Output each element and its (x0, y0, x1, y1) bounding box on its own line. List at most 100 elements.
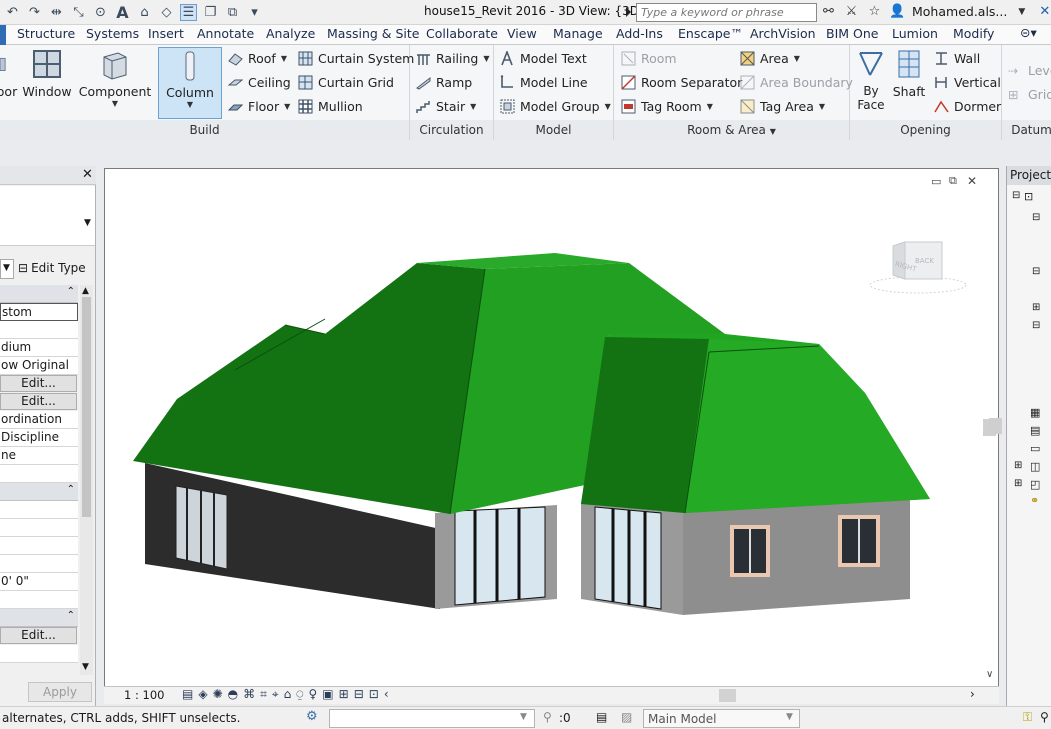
property-row[interactable]: stom (0, 303, 78, 321)
exchange-apps-icon[interactable]: ✕ (1036, 3, 1051, 20)
tree-collapse-icon[interactable]: ⊟ (1032, 212, 1040, 223)
shadows-icon[interactable]: ◓ (228, 687, 238, 702)
ramp-button[interactable]: Ramp (416, 75, 472, 90)
apply-button[interactable]: Apply (28, 682, 92, 702)
grid-button[interactable]: ⊞ Grid (1008, 87, 1051, 102)
property-row[interactable]: 0' 0" (0, 573, 78, 591)
column-button[interactable]: Column ▼ (158, 47, 222, 119)
tab-modify[interactable]: Modify (953, 26, 994, 41)
undo-icon[interactable]: ↶ (4, 4, 21, 21)
ribbon-options-icon[interactable]: ⊝▾ (1020, 25, 1037, 40)
active-workset-icon[interactable]: ▨ (621, 710, 632, 724)
dormer-opening-button[interactable]: Dormer (934, 99, 1001, 114)
property-row[interactable]: ordination (0, 411, 78, 429)
model-line-button[interactable]: Model Line (500, 75, 588, 90)
tag-room-button[interactable]: Tag Room ▼ (621, 99, 713, 114)
editing-requests-icon[interactable]: ▤ (596, 710, 607, 724)
curtain-system-button[interactable]: Curtain System (298, 51, 414, 66)
vertical-opening-button[interactable]: Vertical (934, 75, 1001, 90)
scroll-right-icon[interactable]: › (970, 687, 975, 701)
tab-manage[interactable]: Manage (553, 26, 603, 41)
tree-expand-icon[interactable]: ⊞ (1014, 478, 1022, 489)
scroll-up-icon[interactable]: ▲ (82, 286, 89, 296)
select-underlay-icon[interactable]: ⚲ (1040, 710, 1049, 724)
aligned-dimension-icon[interactable]: ⤡ (70, 4, 87, 21)
property-row[interactable] (0, 465, 78, 483)
tab-systems[interactable]: Systems (86, 26, 139, 41)
room-button[interactable]: Room (621, 51, 677, 66)
tab-lumion[interactable]: Lumion (892, 26, 938, 41)
stair-button[interactable]: Stair ▼ (416, 99, 476, 114)
properties-scrollbar[interactable] (80, 285, 93, 675)
railing-button[interactable]: Railing ▼ (416, 51, 490, 66)
lock-3d-icon[interactable]: ⌂ (284, 687, 292, 702)
tree-collapse-icon[interactable]: ⊟ (1012, 190, 1020, 201)
view-cube[interactable]: RIGHT BACK (867, 241, 969, 297)
properties-group-header[interactable]: ⌃ (0, 609, 78, 627)
roof-button[interactable]: Roof ▼ (228, 51, 287, 66)
edit-button[interactable]: Edit... (0, 627, 77, 644)
close-hidden-windows-icon[interactable]: ❐ (202, 4, 219, 21)
chevron-down-icon[interactable]: ▼ (520, 712, 527, 722)
tab-collaborate[interactable]: Collaborate (426, 26, 498, 41)
tab-enscape[interactable]: Enscape™ (678, 26, 743, 41)
tab-massing-site[interactable]: Massing & Site (327, 26, 420, 41)
design-option-dropdown[interactable] (329, 709, 535, 728)
tab-view[interactable]: View (507, 26, 537, 41)
model-text-button[interactable]: Model Text (500, 51, 587, 66)
tree-expand-icon[interactable]: ⊞ (1014, 460, 1022, 471)
filter-icon[interactable]: ⚲ (543, 710, 552, 724)
scroll-down-icon[interactable]: ∨ (986, 669, 993, 680)
chevron-down-icon[interactable]: ▼ (770, 127, 776, 136)
scroll-left-icon[interactable]: ‹ (384, 687, 389, 702)
tag-icon[interactable]: ⊙ (92, 4, 109, 21)
level-button[interactable]: ⇢ Leve (1008, 63, 1051, 78)
tree-expand-icon[interactable]: ⊞ (1032, 302, 1040, 313)
tab-insert[interactable]: Insert (148, 26, 184, 41)
worksets-icon[interactable]: ⚙ (306, 709, 318, 724)
property-row[interactable] (0, 519, 78, 537)
tree-collapse-icon[interactable]: ⊟ (1032, 320, 1040, 331)
select-links-icon[interactable]: ⚿ (1023, 710, 1032, 725)
chevron-down-icon[interactable]: ▼ (1013, 3, 1030, 20)
mullion-button[interactable]: Mullion (298, 99, 363, 114)
worksharing-icon[interactable]: ▣ (322, 687, 333, 702)
property-row[interactable] (0, 321, 78, 339)
temporary-hide-icon[interactable]: ⍜ (296, 687, 303, 702)
property-row[interactable]: ne (0, 447, 78, 465)
subscription-icon[interactable]: ⚔ (843, 3, 860, 20)
door-button[interactable]: oor (0, 47, 17, 99)
edit-type-button[interactable]: ⊟ Edit Type (18, 261, 86, 275)
tab-bim-one[interactable]: BIM One (826, 26, 878, 41)
room-separator-button[interactable]: Room Separator (621, 75, 742, 90)
tag-area-button[interactable]: Tag Area ▼ (740, 99, 825, 114)
tab-structure[interactable]: Structure (17, 26, 75, 41)
analytical-model-icon[interactable]: ⊞ (339, 687, 349, 702)
properties-group-header[interactable]: ⌃ (0, 285, 78, 303)
measure-icon[interactable]: ⇹ (48, 4, 65, 21)
properties-group-header[interactable]: ⌃ (0, 483, 78, 501)
property-row[interactable]: Discipline (0, 429, 78, 447)
reveal-hidden-icon[interactable]: ♀ (308, 687, 317, 702)
search-expand-icon[interactable] (626, 7, 631, 17)
property-row[interactable]: ow Original (0, 357, 78, 375)
reveal-constraints-icon[interactable]: ⊡ (369, 687, 379, 702)
area-button[interactable]: Area ▼ (740, 51, 800, 66)
render-icon[interactable]: ⌘ (243, 687, 255, 702)
visual-style-icon[interactable]: ◈ (198, 687, 207, 702)
tab-add-ins[interactable]: Add-Ins (616, 26, 663, 41)
property-row[interactable] (0, 501, 78, 519)
wall-opening-button[interactable]: Wall (934, 51, 980, 66)
switch-windows-icon[interactable]: ⧉ (224, 4, 241, 21)
property-row[interactable]: dium (0, 339, 78, 357)
restore-view-icon[interactable]: ⧉ (949, 174, 957, 188)
customize-qat-icon[interactable]: ▾ (246, 4, 263, 21)
scroll-down-icon[interactable]: ▼ (82, 662, 89, 672)
3d-house-model[interactable] (105, 169, 998, 686)
user-name[interactable]: Mohamed.als... (912, 4, 1007, 19)
floor-button[interactable]: Floor ▼ (228, 99, 290, 114)
minimize-view-icon[interactable]: ▭ (931, 175, 941, 188)
close-view-icon[interactable]: ✕ (967, 174, 977, 188)
user-icon[interactable]: 👤 (889, 3, 906, 20)
property-row[interactable] (0, 537, 78, 555)
